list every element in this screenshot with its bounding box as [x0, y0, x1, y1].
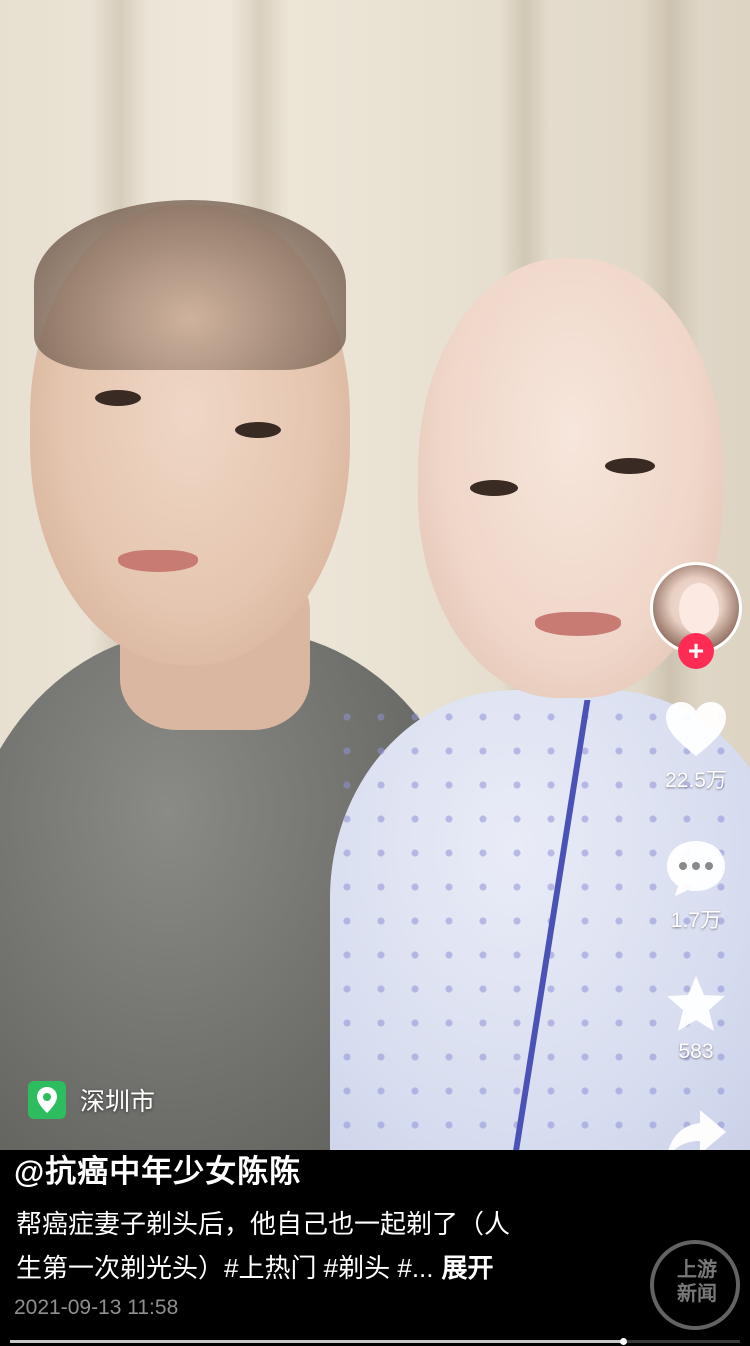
- news-watermark-text: 上游 新闻: [662, 1258, 732, 1306]
- comment-count: 1.7万: [670, 909, 722, 932]
- post-caption[interactable]: 帮癌症妻子剃头后，他自己也一起剃了（人 生第一次剃光头）#上热门 #剃头 #..…: [16, 1202, 576, 1290]
- progress-fill: [10, 1340, 624, 1343]
- woman-left-eye: [470, 480, 518, 496]
- man-mouth: [118, 550, 198, 572]
- creator-username[interactable]: @抗癌中年少女陈陈: [14, 1146, 301, 1191]
- location-tag[interactable]: 深圳市: [28, 1080, 155, 1120]
- watermark-line-2: 新闻: [677, 1283, 717, 1305]
- like-count: 22.5万: [665, 769, 727, 792]
- location-badge: [28, 1081, 66, 1119]
- video-feed-screen: + 22.5万 1.7万 583 3: [0, 0, 750, 1346]
- watermark-line-1: 上游: [677, 1259, 717, 1281]
- caption-line-1: 帮癌症妻子剃头后，他自己也一起剃了（人: [16, 1209, 511, 1239]
- favorite-button[interactable]: 583: [648, 974, 744, 1064]
- star-icon: [667, 976, 725, 1031]
- man-left-eye: [95, 390, 141, 406]
- location-pin-icon: [37, 1087, 57, 1113]
- like-button[interactable]: 22.5万: [648, 700, 744, 794]
- woman-mouth: [535, 612, 621, 636]
- expand-caption-button[interactable]: 展开: [442, 1253, 494, 1283]
- comment-button[interactable]: 1.7万: [648, 838, 744, 934]
- post-timestamp: 2021-09-13 11:58: [14, 1296, 179, 1319]
- playback-progress-bar[interactable]: [10, 1338, 740, 1345]
- avatar-face: [679, 583, 719, 635]
- location-label: 深圳市: [80, 1088, 156, 1116]
- woman-right-eye: [605, 458, 655, 474]
- heart-icon: [666, 702, 726, 756]
- man-hair: [34, 200, 346, 370]
- video-player[interactable]: [0, 0, 750, 1160]
- follow-button[interactable]: +: [678, 633, 714, 669]
- man-right-eye: [235, 422, 281, 438]
- caption-line-2-text: 生第一次剃光头）#上热门 #剃头 #...: [16, 1253, 434, 1283]
- caption-line-2: 生第一次剃光头）#上热门 #剃头 #... 展开: [16, 1246, 576, 1290]
- favorite-count: 583: [678, 1040, 714, 1063]
- comment-icon: [667, 841, 725, 896]
